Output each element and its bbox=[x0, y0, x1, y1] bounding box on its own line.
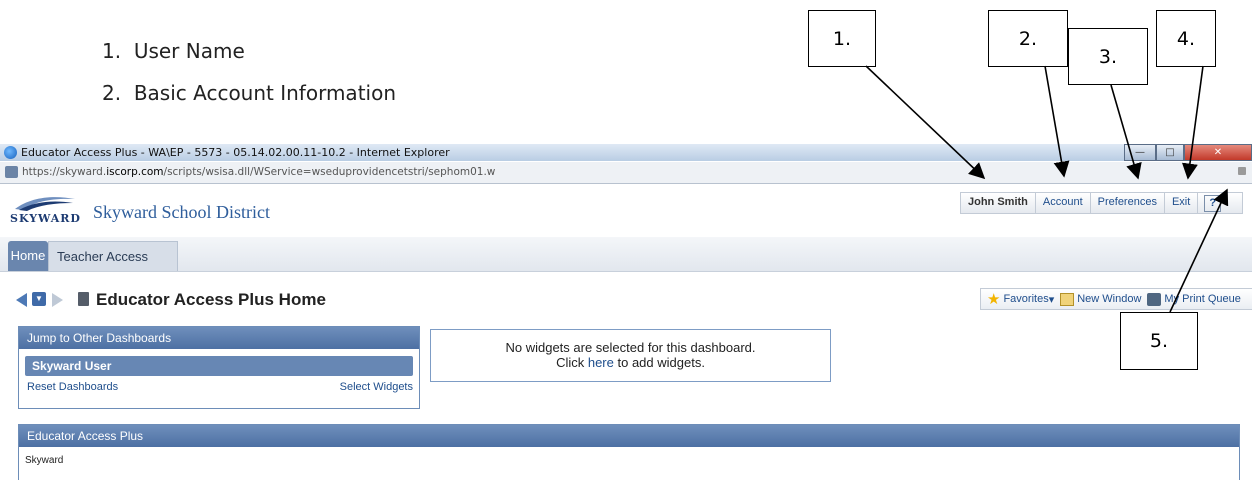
callout-5: 5. bbox=[1120, 312, 1198, 370]
reset-dashboards-link[interactable]: Reset Dashboards bbox=[27, 381, 118, 393]
preferences-link[interactable]: Preferences bbox=[1091, 192, 1165, 214]
ie-logo-icon bbox=[4, 146, 17, 159]
annotation-item: 1. User Name bbox=[102, 39, 245, 63]
callout-2: 2. bbox=[988, 10, 1068, 67]
page-title-row: ▼ Educator Access Plus Home ★ Favorites ▾… bbox=[0, 287, 1252, 313]
section-body: Skyward bbox=[25, 455, 64, 466]
site-favicon-icon bbox=[5, 166, 18, 178]
notice-action: Click here to add widgets. bbox=[556, 355, 705, 370]
callout-4: 4. bbox=[1156, 10, 1216, 67]
address-bar[interactable]: https://skyward.iscorp.com/scripts/wsisa… bbox=[0, 162, 1252, 184]
exit-link[interactable]: Exit bbox=[1165, 192, 1199, 214]
jump-dashboards-panel: Jump to Other Dashboards Skyward User Re… bbox=[18, 326, 420, 409]
window-title: Educator Access Plus - WA\EP - 5573 - 05… bbox=[21, 146, 450, 159]
panel-title: Jump to Other Dashboards bbox=[19, 327, 419, 349]
section-title: Educator Access Plus bbox=[19, 425, 1239, 447]
panel-links: Reset Dashboards Select Widgets bbox=[19, 376, 419, 396]
no-widgets-notice: No widgets are selected for this dashboa… bbox=[430, 329, 831, 382]
page-title: Educator Access Plus Home bbox=[96, 290, 326, 309]
maximize-button[interactable]: □ bbox=[1156, 144, 1184, 161]
skyward-logo: SKYWARD bbox=[10, 212, 81, 225]
back-arrow-icon[interactable] bbox=[16, 293, 27, 307]
nav-tabbar: Home Teacher Access bbox=[0, 237, 1252, 272]
add-widgets-link[interactable]: here bbox=[588, 355, 614, 370]
new-window-button[interactable]: New Window bbox=[1060, 292, 1141, 306]
history-dropdown-icon[interactable]: ▼ bbox=[32, 292, 46, 306]
url-text: https://skyward.iscorp.com/scripts/wsisa… bbox=[22, 166, 496, 178]
page-document-icon bbox=[78, 292, 89, 306]
minimize-button[interactable]: — bbox=[1124, 144, 1156, 161]
new-window-icon bbox=[1060, 292, 1075, 306]
callout-1: 1. bbox=[808, 10, 876, 67]
annotation-item: 2. Basic Account Information bbox=[102, 81, 396, 105]
forward-arrow-icon[interactable] bbox=[52, 293, 63, 307]
tab-teacher-access[interactable]: Teacher Access bbox=[48, 241, 178, 271]
browser-titlebar: Educator Access Plus - WA\EP - 5573 - 05… bbox=[0, 144, 1252, 161]
help-button[interactable]: ? bbox=[1204, 194, 1222, 212]
notice-text: No widgets are selected for this dashboa… bbox=[505, 340, 756, 355]
top-links: John Smith Account Preferences Exit ? bbox=[960, 192, 1243, 214]
close-button[interactable]: ✕ bbox=[1184, 144, 1252, 161]
dashboard-item-skyward-user[interactable]: Skyward User bbox=[25, 356, 413, 376]
printer-icon bbox=[1147, 292, 1162, 306]
user-name: John Smith bbox=[961, 192, 1036, 214]
star-icon: ★ bbox=[987, 290, 1001, 308]
district-name: Skyward School District bbox=[93, 202, 270, 222]
favorites-button[interactable]: ★ Favorites ▾ bbox=[987, 290, 1054, 308]
annotation-list: 1. User Name 2. Basic Account Informatio… bbox=[102, 30, 396, 114]
skyward-swoosh-icon bbox=[15, 197, 75, 211]
callout-3: 3. bbox=[1068, 28, 1148, 85]
app-header: SKYWARD Skyward School District John Smi… bbox=[0, 184, 1252, 236]
account-link[interactable]: Account bbox=[1036, 192, 1091, 214]
lock-icon bbox=[1238, 167, 1246, 175]
tab-home[interactable]: Home bbox=[8, 241, 48, 271]
page-actions: ★ Favorites ▾ New Window My Print Queue bbox=[980, 288, 1252, 310]
educator-access-section: Educator Access Plus Skyward bbox=[18, 424, 1240, 480]
select-widgets-link[interactable]: Select Widgets bbox=[340, 381, 413, 393]
print-queue-button[interactable]: My Print Queue bbox=[1147, 292, 1241, 306]
